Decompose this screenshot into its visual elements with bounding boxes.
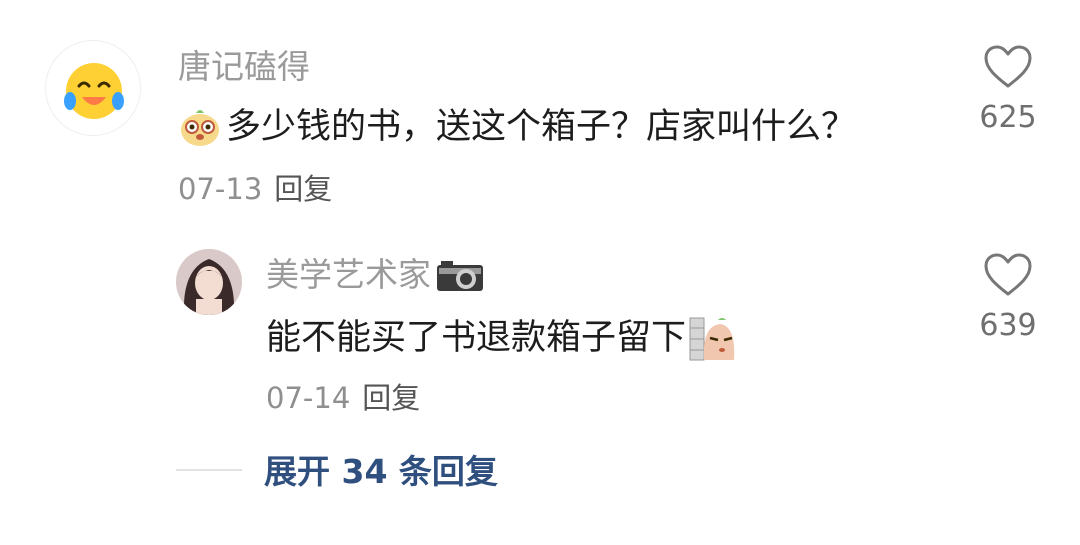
- heart-icon: [984, 45, 1032, 88]
- comment-like-count: 625: [979, 100, 1037, 135]
- reply-like-count: 639: [979, 308, 1037, 343]
- reply-username[interactable]: 美学艺术家: [266, 255, 431, 295]
- reply-reply-button[interactable]: 回复: [362, 381, 420, 415]
- comment-body: 多少钱的书，送这个箱子？店家叫什么？: [178, 105, 856, 149]
- comment-text: 多少钱的书，送这个箱子？店家叫什么？: [226, 107, 857, 147]
- comment-username[interactable]: 唐记磕得: [178, 47, 310, 87]
- comment-reply-button[interactable]: 回复: [274, 172, 332, 206]
- user-portrait-icon: [176, 249, 242, 315]
- peeking-behind-wall-icon: [689, 317, 735, 361]
- expand-divider: [176, 469, 242, 471]
- heart-icon: [984, 253, 1032, 296]
- reply-avatar[interactable]: [176, 249, 242, 315]
- reply-like-button[interactable]: 639: [968, 252, 1048, 344]
- laughing-crying-face-icon: [64, 63, 124, 119]
- reply-text: 能不能买了书退款箱子留下: [266, 318, 687, 358]
- comment-date: 07-13: [178, 172, 263, 206]
- comment-avatar[interactable]: [45, 40, 141, 136]
- reply-body: 能不能买了书退款箱子留下: [266, 314, 738, 362]
- cute-cat-face-icon: [181, 110, 219, 146]
- expand-replies-link[interactable]: 展开 34 条回复: [264, 451, 498, 493]
- camera-icon: [437, 261, 483, 291]
- comment-meta: 07-13 回复: [178, 171, 332, 207]
- reply-username-row: 美学艺术家: [266, 255, 485, 295]
- reply-date: 07-14: [266, 381, 351, 415]
- reply-meta: 07-14 回复: [266, 380, 420, 416]
- comment-like-button[interactable]: 625: [968, 44, 1048, 136]
